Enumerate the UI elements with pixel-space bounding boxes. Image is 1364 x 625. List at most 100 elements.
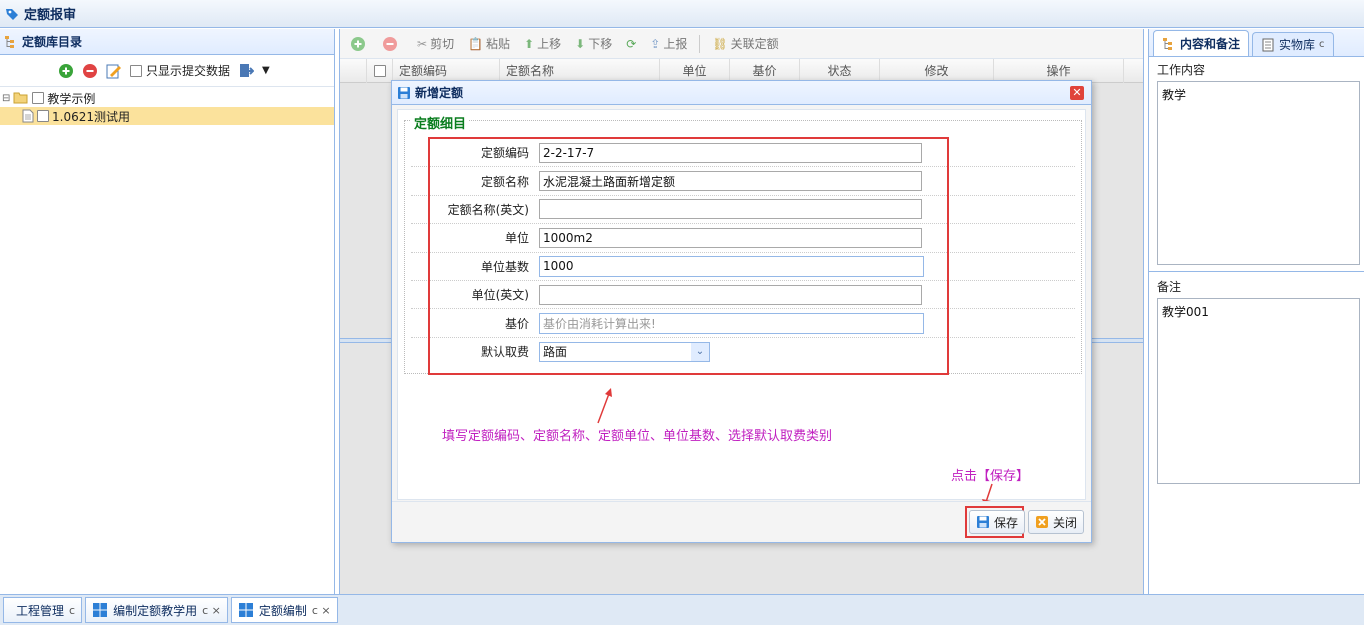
fieldset-legend: 定额细目 <box>411 113 470 132</box>
tab-content-notes[interactable]: 内容和备注 <box>1153 30 1250 56</box>
link-quota-label: 关联定额 <box>730 37 779 51</box>
detail-panel: 内容和备注 实物库 c 工作内容 教学 备注 教学001 <box>1148 29 1364 594</box>
cut-button[interactable]: ✂ 剪切 <box>412 33 459 55</box>
add-icon[interactable] <box>58 63 74 79</box>
grid-header-rownum <box>340 58 367 83</box>
form-highlight-box <box>428 137 949 375</box>
work-content-label: 工作内容 <box>1157 62 1206 77</box>
upload-icon: ⇪ <box>650 36 661 51</box>
close-icon <box>1036 516 1048 528</box>
refresh-icon[interactable]: c <box>69 604 75 617</box>
catalog-panel: 定额库目录 只显示提交数据 ▼ ⊟ 教学示例 1.0621测试用 <box>0 29 335 594</box>
tree-node-root[interactable]: ⊟ 教学示例 <box>0 89 334 107</box>
grid-header-checkbox[interactable] <box>367 58 393 83</box>
close-icon[interactable]: ✕ <box>1070 86 1084 100</box>
bottom-tab-project[interactable]: 工程管理 c <box>3 597 83 623</box>
report-label: 上报 <box>663 37 688 51</box>
collapse-icon[interactable]: ⊟ <box>2 93 10 104</box>
tree-node-label: 1.0621测试用 <box>52 109 130 124</box>
bottom-tab-teaching[interactable]: 编制定额教学用 c × <box>85 597 228 623</box>
grid-header-status[interactable]: 状态 <box>800 58 880 83</box>
close-tab-icon[interactable]: c × <box>312 604 331 617</box>
form-annotation: 填写定额编码、定额名称、定额单位、单位基数、选择默认取费类别 <box>442 429 833 444</box>
grid-header-code[interactable]: 定额编码 <box>393 58 500 83</box>
refresh-icon[interactable]: c <box>1319 39 1325 50</box>
bottom-tab-quota-edit[interactable]: 定额编制 c × <box>230 597 338 623</box>
catalog-toolbar: 只显示提交数据 ▼ <box>0 55 334 87</box>
dialog-header: 新增定额 <box>392 81 1091 105</box>
windows-icon <box>238 603 253 617</box>
save-icon <box>398 86 410 99</box>
tree-node-child[interactable]: 1.0621测试用 <box>0 107 334 125</box>
close-button-label: 关闭 <box>1053 515 1078 530</box>
close-button[interactable]: 关闭 <box>1028 510 1085 534</box>
annotation-arrow-icon <box>597 388 612 424</box>
remove-icon[interactable] <box>382 36 398 52</box>
grid-header-unit[interactable]: 单位 <box>660 58 730 83</box>
arrow-down-icon: ⬇ <box>575 36 586 51</box>
tree-node-label: 教学示例 <box>47 91 96 106</box>
tab-materials-label: 实物库 <box>1279 38 1316 52</box>
grid-header-name[interactable]: 定额名称 <box>500 58 660 83</box>
document-icon <box>22 109 34 123</box>
move-up-label: 上移 <box>537 37 562 51</box>
catalog-header: 定额库目录 <box>0 29 334 55</box>
folder-open-icon <box>13 92 28 104</box>
tab-content-notes-label: 内容和备注 <box>1180 37 1241 51</box>
report-button[interactable]: ⇪ 上报 <box>645 33 692 55</box>
add-icon[interactable] <box>350 36 366 52</box>
only-submitted-checkbox[interactable]: 只显示提交数据 <box>130 62 230 79</box>
export-icon[interactable] <box>238 63 255 79</box>
tab-materials[interactable]: 实物库 c <box>1252 32 1334 56</box>
new-quota-dialog: 新增定额 ✕ 定额细目 定额编码 2-2-17-7 定额名称 水泥混凝土路面新增… <box>391 80 1092 543</box>
toolbar-separator <box>699 34 701 53</box>
close-tab-icon[interactable]: c × <box>202 604 221 617</box>
work-content-textarea[interactable]: 教学 <box>1157 81 1360 265</box>
tree-icon <box>1163 37 1172 50</box>
app-title: 定额报审 <box>24 8 77 23</box>
grid-header-modify[interactable]: 修改 <box>880 58 994 83</box>
detail-tabs: 内容和备注 实物库 c <box>1149 29 1364 57</box>
app-titlebar: 定额报审 <box>0 0 1364 28</box>
select-all-checkbox[interactable] <box>373 64 386 77</box>
bottom-tab-bar: 工程管理 c 编制定额教学用 c × 定额编制 c × <box>0 594 1364 625</box>
grid-toolbar: ✂ 剪切 📋 粘贴 ⬆ 上移 ⬇ 下移 ⟳ ⇪ 上报 ⛓ 关联定额 <box>340 29 1143 59</box>
clipboard-icon: 📋 <box>468 36 484 51</box>
paste-label: 粘贴 <box>486 37 511 51</box>
bottom-tab-label: 定额编制 <box>258 603 307 618</box>
dialog-title: 新增定额 <box>415 86 464 100</box>
save-button[interactable]: 保存 <box>969 510 1026 534</box>
move-down-label: 下移 <box>588 37 613 51</box>
windows-icon <box>93 603 108 617</box>
arrow-up-icon: ⬆ <box>524 36 535 51</box>
checkbox-box[interactable] <box>130 64 142 77</box>
document-icon <box>1262 38 1274 51</box>
edit-icon[interactable] <box>106 63 122 79</box>
refresh-icon: ⟳ <box>626 36 637 51</box>
right-divider <box>1149 271 1364 272</box>
save-icon <box>977 516 989 528</box>
grid-header-price[interactable]: 基价 <box>730 58 800 83</box>
tree-node-checkbox[interactable] <box>37 110 49 122</box>
move-down-button[interactable]: ⬇ 下移 <box>570 33 617 55</box>
dialog-footer: 保存 关闭 <box>392 501 1091 542</box>
notes-textarea[interactable]: 教学001 <box>1157 298 1360 484</box>
dialog-body: 定额细目 定额编码 2-2-17-7 定额名称 水泥混凝土路面新增定额 定额名称… <box>397 109 1086 507</box>
move-up-button[interactable]: ⬆ 上移 <box>519 33 566 55</box>
link-quota-button[interactable]: ⛓ 关联定额 <box>707 33 783 55</box>
bottom-tab-label: 编制定额教学用 <box>113 603 198 618</box>
remove-icon[interactable] <box>82 63 98 79</box>
catalog-title: 定额库目录 <box>22 35 83 49</box>
tree-node-checkbox[interactable] <box>32 92 45 104</box>
save-button-label: 保存 <box>994 515 1019 530</box>
grid-header-action[interactable]: 操作 <box>994 58 1124 83</box>
dropdown-arrow-icon[interactable]: ▼ <box>262 65 270 76</box>
catalog-tree: ⊟ 教学示例 1.0621测试用 <box>0 87 334 125</box>
scissors-icon: ✂ <box>417 36 428 51</box>
only-submitted-label: 只显示提交数据 <box>146 64 231 78</box>
bottom-tab-label: 工程管理 <box>16 603 65 618</box>
refresh-button[interactable]: ⟳ <box>621 33 641 55</box>
paste-button[interactable]: 📋 粘贴 <box>463 33 515 55</box>
tag-icon <box>6 8 18 20</box>
cut-label: 剪切 <box>430 37 455 51</box>
